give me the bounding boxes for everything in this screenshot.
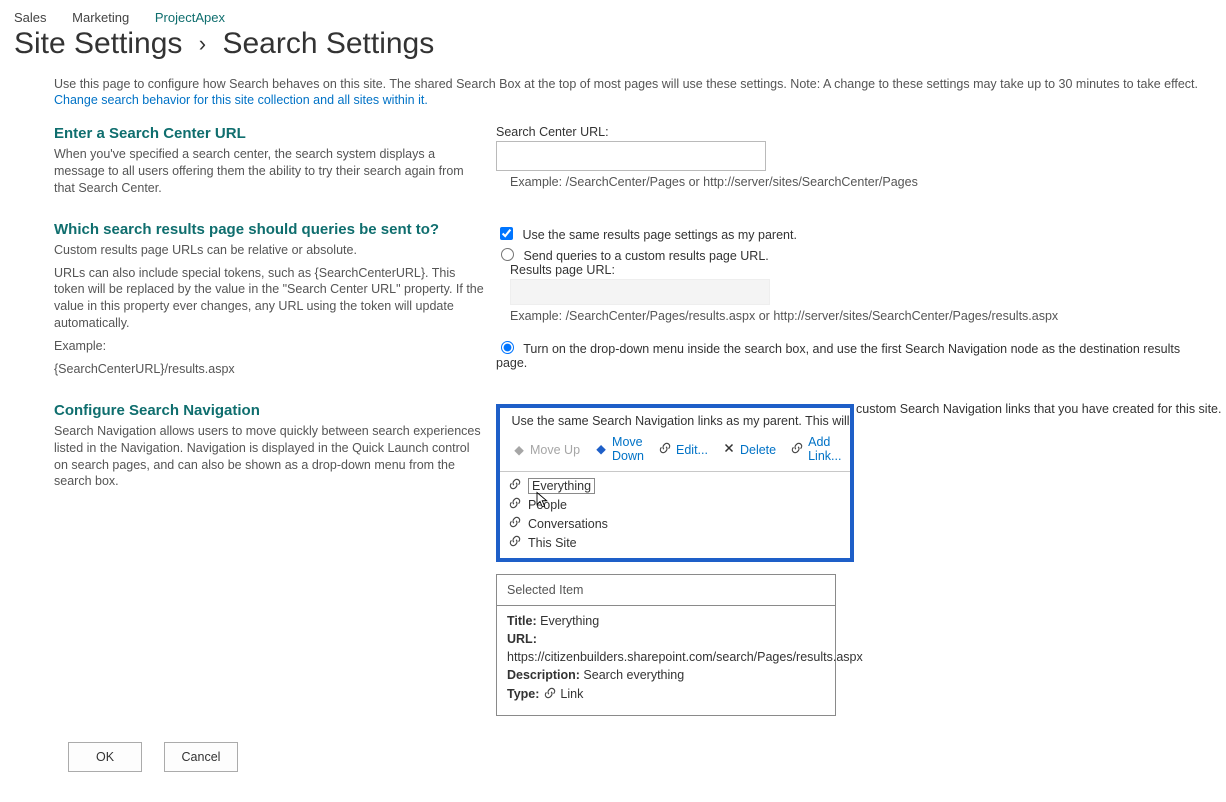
arrow-up-icon: ◆ — [512, 442, 526, 457]
use-parent-results-label: Use the same results page settings as my… — [522, 228, 796, 242]
breadcrumb-marketing[interactable]: Marketing — [72, 10, 129, 25]
ok-button[interactable]: OK — [68, 742, 142, 772]
selected-title-key: Title: — [507, 614, 537, 628]
section-results-page-title: Which search results page should queries… — [54, 221, 484, 238]
dropdown-search-nav-radio[interactable] — [501, 341, 514, 354]
search-center-url-example: Example: /SearchCenter/Pages or http://s… — [510, 175, 1204, 189]
breadcrumb: Sales Marketing ProjectApex — [14, 10, 1212, 25]
move-down-button[interactable]: ◆ MoveDown — [588, 434, 650, 466]
close-icon — [722, 442, 736, 457]
change-behavior-link[interactable]: Change search behavior for this site col… — [54, 93, 428, 107]
search-nav-editor-highlight: Use the same Search Navigation links as … — [496, 404, 854, 563]
nav-item-people[interactable]: People — [506, 495, 844, 514]
selected-desc-value: Search everything — [583, 668, 684, 682]
breadcrumb-sales[interactable]: Sales — [14, 10, 47, 25]
dropdown-search-nav-label: Turn on the drop-down menu inside the se… — [496, 342, 1180, 370]
link-icon — [508, 496, 522, 513]
intro-text: Use this page to configure how Search be… — [54, 77, 1204, 91]
section-search-nav-title: Configure Search Navigation — [54, 402, 484, 419]
search-center-url-label: Search Center URL: — [496, 125, 1204, 139]
nav-item-everything[interactable]: Everything — [506, 476, 844, 495]
section-search-center-title: Enter a Search Center URL — [54, 125, 484, 142]
selected-item-header: Selected Item — [497, 575, 835, 606]
edit-button[interactable]: Edit... — [652, 439, 714, 460]
selected-type-value: Link — [560, 687, 583, 701]
breadcrumb-projectapex[interactable]: ProjectApex — [155, 10, 225, 25]
title-separator: › — [199, 31, 206, 56]
custom-results-label: Send queries to a custom results page UR… — [523, 249, 768, 263]
selected-desc-key: Description: — [507, 668, 580, 682]
selected-title-value: Everything — [540, 614, 599, 628]
results-page-desc-4: {SearchCenterURL}/results.aspx — [54, 361, 484, 378]
nav-item-this-site[interactable]: This Site — [506, 533, 844, 552]
selected-url-value: https://citizenbuilders.sharepoint.com/s… — [507, 650, 825, 664]
section-search-nav-desc: Search Navigation allows users to move q… — [54, 423, 484, 491]
page-title: Site Settings › Search Settings — [14, 27, 1212, 61]
nav-item-conversations[interactable]: Conversations — [506, 514, 844, 533]
use-parent-results-checkbox[interactable] — [500, 227, 513, 240]
title-main: Site Settings — [14, 27, 182, 60]
link-icon — [790, 441, 804, 459]
selected-type-key: Type: — [507, 687, 539, 701]
add-link-button[interactable]: AddLink... — [784, 434, 847, 466]
custom-results-radio[interactable] — [501, 248, 514, 261]
search-nav-trailing-text: custom Search Navigation links that you … — [856, 402, 1221, 416]
selected-url-key: URL: — [507, 632, 537, 646]
cancel-button[interactable]: Cancel — [164, 742, 238, 772]
search-nav-overlapped-text: Use the same Search Navigation links as … — [511, 414, 850, 428]
results-page-url-example: Example: /SearchCenter/Pages/results.asp… — [510, 309, 1204, 323]
results-page-desc-2: URLs can also include special tokens, su… — [54, 265, 484, 333]
search-nav-toolbar: ◆ Move Up ◆ MoveDown Edit... — [500, 428, 850, 472]
results-page-url-input-disabled — [510, 279, 770, 305]
results-page-desc-3: Example: — [54, 338, 484, 355]
move-up-button: ◆ Move Up — [506, 440, 586, 459]
search-nav-list: Everything People Conversations Thi — [500, 471, 850, 558]
results-page-desc-1: Custom results page URLs can be relative… — [54, 242, 484, 259]
title-sub: Search Settings — [222, 27, 434, 60]
search-center-url-input[interactable] — [496, 141, 766, 171]
link-icon — [508, 477, 522, 494]
link-icon — [508, 515, 522, 532]
results-page-url-label: Results page URL: — [510, 263, 1204, 277]
link-icon — [508, 534, 522, 551]
delete-button[interactable]: Delete — [716, 440, 782, 459]
link-icon — [658, 441, 672, 458]
section-search-center-desc: When you've specified a search center, t… — [54, 146, 484, 197]
arrow-down-icon: ◆ — [594, 443, 608, 457]
link-icon — [543, 689, 557, 703]
selected-item-panel: Selected Item Title: Everything URL: htt… — [496, 574, 836, 716]
